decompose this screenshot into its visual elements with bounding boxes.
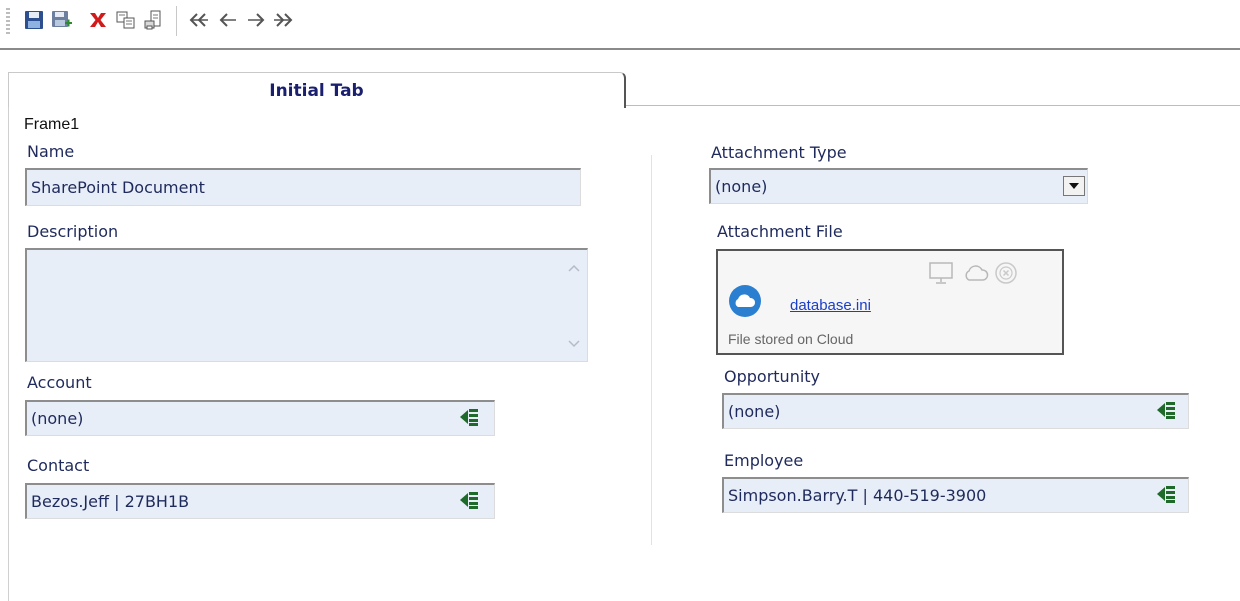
description-label: Description [27, 222, 119, 241]
attachment-storage-note: File stored on Cloud [728, 331, 854, 347]
save-icon[interactable] [22, 8, 46, 32]
opportunity-lookup-field[interactable]: (none) [722, 393, 1189, 429]
frame-label: Frame1 [24, 116, 80, 133]
account-lookup-icon[interactable] [458, 406, 480, 428]
cloud-file-icon [728, 284, 762, 322]
scroll-down-icon[interactable] [567, 334, 581, 353]
last-record-icon[interactable] [272, 8, 296, 32]
contact-lookup-field[interactable]: Bezos.Jeff | 27BH1B [25, 483, 495, 519]
name-value: SharePoint Document [31, 178, 205, 197]
toolbar-grip[interactable] [6, 8, 10, 34]
toolbar [0, 0, 1240, 50]
contact-lookup-icon[interactable] [458, 489, 480, 511]
attachment-file-label: Attachment File [717, 222, 843, 241]
tab-initial-label: Initial Tab [269, 81, 364, 101]
name-label: Name [27, 142, 75, 161]
cloud-upload-icon[interactable] [962, 263, 990, 287]
delete-icon[interactable] [86, 8, 110, 32]
employee-lookup-field[interactable]: Simpson.Barry.T | 440-519-3900 [722, 477, 1189, 513]
next-record-icon[interactable] [244, 8, 268, 32]
toolbar-divider [0, 48, 1240, 50]
print-icon[interactable] [142, 8, 166, 32]
employee-value: Simpson.Barry.T | 440-519-3900 [728, 486, 987, 505]
attachment-type-select[interactable]: (none) [709, 168, 1088, 204]
copy-icon[interactable] [114, 8, 138, 32]
description-textarea[interactable] [25, 248, 588, 362]
local-file-icon[interactable] [928, 261, 954, 289]
account-label: Account [27, 373, 92, 392]
attachment-type-label: Attachment Type [711, 143, 847, 162]
employee-label: Employee [724, 451, 804, 470]
name-field[interactable]: SharePoint Document [25, 168, 581, 206]
account-value: (none) [31, 409, 84, 428]
dropdown-arrow-icon[interactable] [1063, 176, 1085, 196]
opportunity-label: Opportunity [724, 367, 821, 386]
save-new-icon[interactable] [50, 8, 74, 32]
attachment-type-value: (none) [715, 177, 768, 196]
tab-initial[interactable]: Initial Tab [8, 72, 626, 108]
remove-attachment-icon[interactable] [994, 261, 1018, 289]
attachment-file-link[interactable]: database.ini [790, 297, 871, 314]
account-lookup-field[interactable]: (none) [25, 400, 495, 436]
tab-strip-line [626, 105, 1240, 106]
scroll-up-icon[interactable] [567, 258, 581, 277]
opportunity-value: (none) [728, 402, 781, 421]
contact-value: Bezos.Jeff | 27BH1B [31, 492, 190, 511]
first-record-icon[interactable] [186, 8, 210, 32]
previous-record-icon[interactable] [216, 8, 240, 32]
column-divider [651, 155, 652, 545]
tab-panel-border [8, 107, 9, 601]
opportunity-lookup-icon[interactable] [1155, 399, 1177, 421]
toolbar-separator [176, 6, 177, 36]
attachment-file-box: database.ini File stored on Cloud [716, 249, 1064, 355]
contact-label: Contact [27, 456, 90, 475]
employee-lookup-icon[interactable] [1155, 483, 1177, 505]
